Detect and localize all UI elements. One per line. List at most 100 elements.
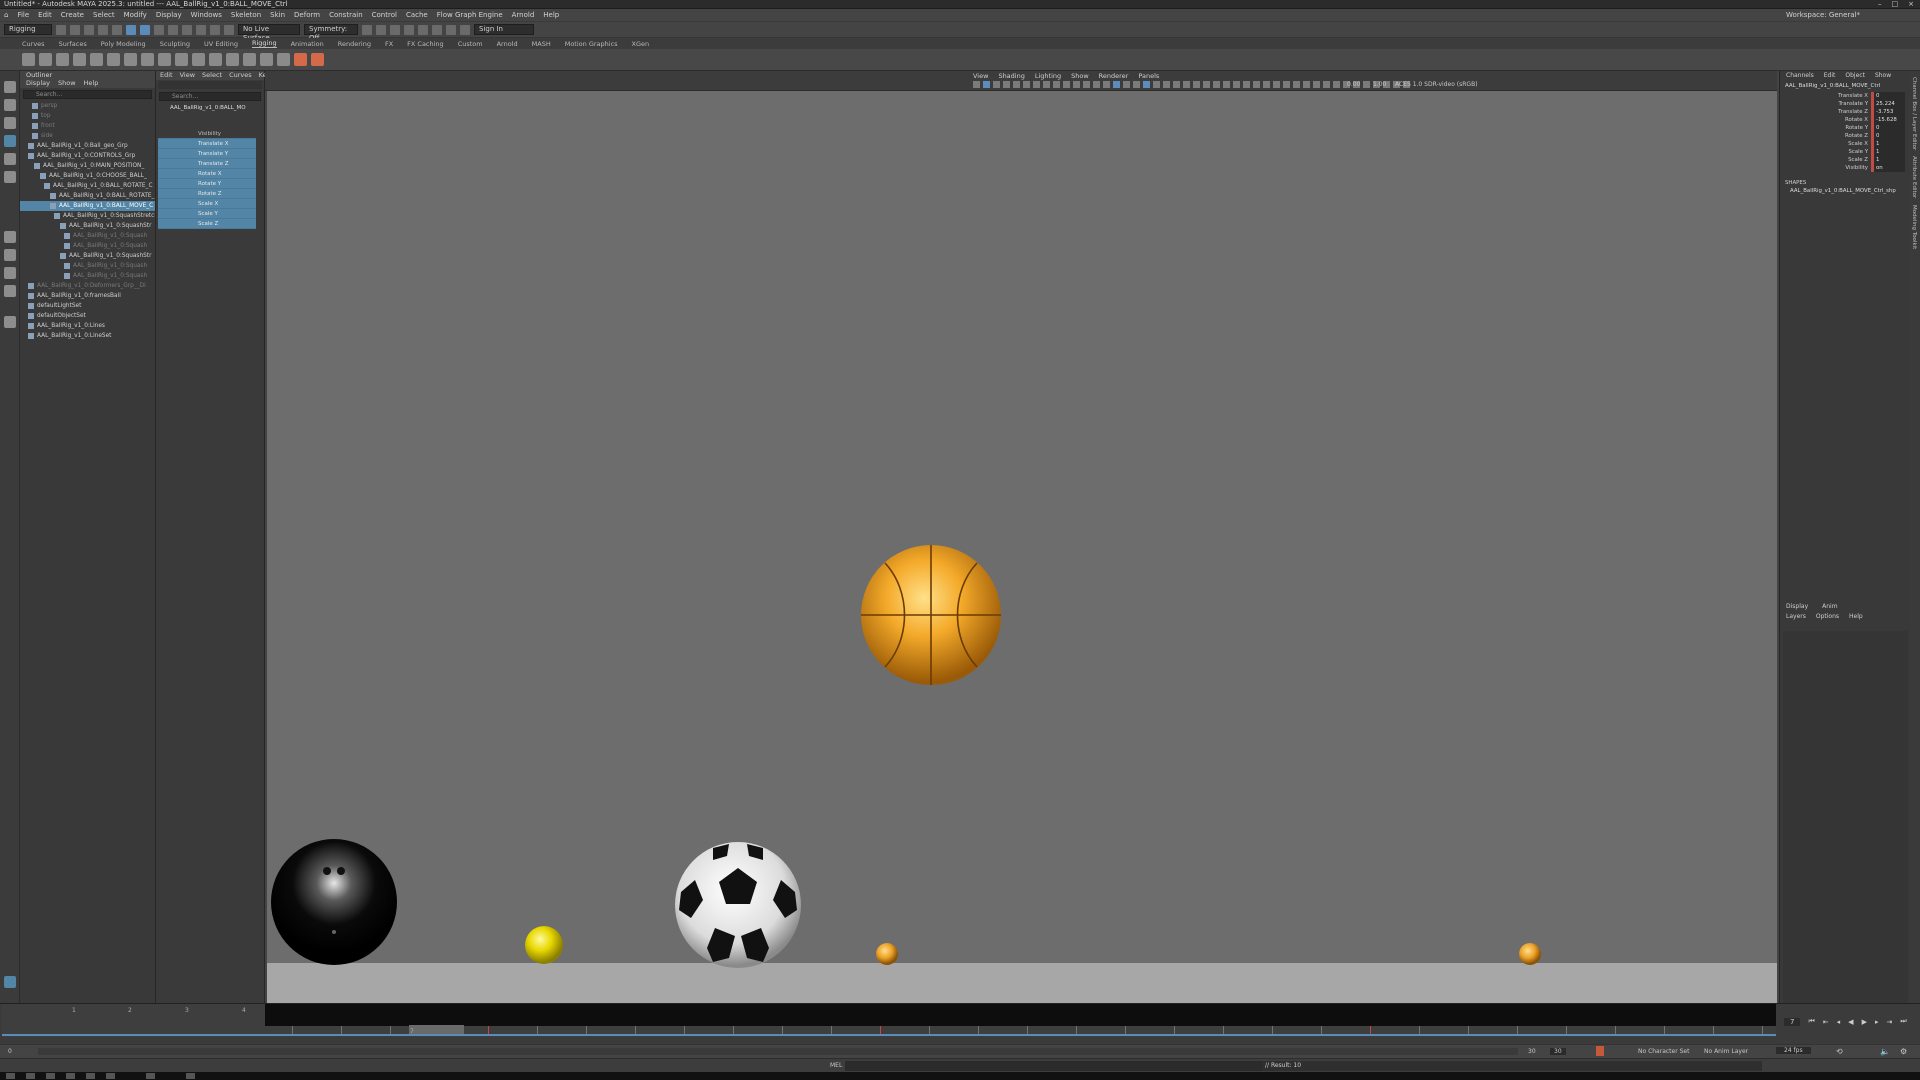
viewport-tool-icon[interactable] bbox=[1053, 81, 1060, 88]
viewport-tool-icon[interactable] bbox=[1253, 81, 1260, 88]
graph-search-input[interactable]: Search... bbox=[159, 92, 261, 101]
mirror-joint-icon[interactable] bbox=[56, 53, 69, 66]
menu-flow-graph-engine[interactable]: Flow Graph Engine bbox=[437, 11, 503, 19]
render-view-icon[interactable] bbox=[362, 24, 372, 35]
viewport-tool-icon[interactable] bbox=[1293, 81, 1300, 88]
viewport-tool-icon[interactable] bbox=[1363, 81, 1370, 88]
taskbar-app-icon[interactable] bbox=[146, 1073, 155, 1079]
current-frame-field[interactable]: 7 bbox=[1784, 1017, 1801, 1026]
channel-value[interactable]: 1 bbox=[1871, 156, 1905, 164]
graph-channel-translate-z[interactable]: Translate Z bbox=[158, 159, 256, 169]
viewport-tool-icon[interactable] bbox=[1183, 81, 1190, 88]
viewport-tool-icon[interactable] bbox=[1153, 81, 1160, 88]
graph-channel-scale-x[interactable]: Scale X bbox=[158, 199, 256, 209]
start-time-field[interactable]: 0 bbox=[8, 1048, 12, 1055]
menu-skeleton[interactable]: Skeleton bbox=[231, 11, 261, 19]
open-scene-icon[interactable] bbox=[70, 24, 80, 35]
ik-handle-icon[interactable] bbox=[90, 53, 103, 66]
graph-channel-scale-z[interactable]: Scale Z bbox=[158, 219, 256, 229]
command-input[interactable] bbox=[845, 1061, 1265, 1071]
viewport-tool-icon[interactable] bbox=[993, 81, 1000, 88]
channel-value[interactable]: -15.628 bbox=[1871, 116, 1905, 124]
redo-icon[interactable] bbox=[112, 24, 122, 35]
ik-spline-icon[interactable] bbox=[107, 53, 120, 66]
workspace-value[interactable]: General* bbox=[1829, 11, 1860, 19]
outliner-item[interactable]: defaultLightSet bbox=[20, 301, 155, 311]
four-view-icon[interactable] bbox=[4, 249, 16, 261]
maya-logo-icon[interactable] bbox=[4, 976, 16, 988]
workspace-selector[interactable]: Workspace: General* bbox=[1786, 11, 1860, 19]
bind-skin-icon[interactable] bbox=[124, 53, 137, 66]
viewport-tool-icon[interactable] bbox=[1063, 81, 1070, 88]
viewport-tool-icon[interactable] bbox=[1303, 81, 1310, 88]
step-back-frame-icon[interactable]: ◂ bbox=[1837, 1018, 1841, 1026]
channel-rotate-y[interactable]: Rotate Y0 bbox=[1780, 124, 1910, 132]
channel-value[interactable]: 0 bbox=[1871, 92, 1905, 100]
shelf-tab-fx[interactable]: FX bbox=[385, 40, 393, 48]
channel-menu-edit[interactable]: Edit bbox=[1824, 71, 1836, 81]
channel-translate-x[interactable]: Translate X0 bbox=[1780, 92, 1910, 100]
viewport-tool-icon[interactable] bbox=[1213, 81, 1220, 88]
menu-arnold[interactable]: Arnold bbox=[512, 11, 535, 19]
channel-menu-show[interactable]: Show bbox=[1875, 71, 1891, 81]
step-forward-key-icon[interactable]: ⇥ bbox=[1886, 1018, 1892, 1026]
minimize-button[interactable]: – bbox=[1878, 0, 1882, 8]
ping-pong-ball-2[interactable] bbox=[1518, 942, 1542, 966]
channel-rotate-z[interactable]: Rotate Z0 bbox=[1780, 132, 1910, 140]
outliner-menu-show[interactable]: Show bbox=[58, 79, 76, 88]
graph-menu-view[interactable]: View bbox=[180, 71, 195, 80]
outliner-item[interactable]: AAL_BallRig_v1_0:BALL_MOVE_C bbox=[20, 201, 155, 211]
lasso-tool-icon[interactable] bbox=[4, 99, 16, 111]
home-icon[interactable]: ⌂ bbox=[4, 11, 8, 19]
go-to-start-icon[interactable]: ⏮ bbox=[1808, 1017, 1814, 1026]
layer-menu-help[interactable]: Help bbox=[1849, 613, 1863, 620]
outliner-item[interactable]: AAL_BallRig_v1_0:Ball_geo_Grp bbox=[20, 141, 155, 151]
viewport-tool-icon[interactable] bbox=[1323, 81, 1330, 88]
step-forward-frame-icon[interactable]: ▸ bbox=[1875, 1018, 1879, 1026]
shelf-tab-xgen[interactable]: XGen bbox=[632, 40, 650, 48]
viewport-tool-icon[interactable] bbox=[1043, 81, 1050, 88]
outliner-item[interactable]: persp bbox=[20, 101, 155, 111]
aim-constraint-icon[interactable] bbox=[260, 53, 273, 66]
outliner-item[interactable]: AAL_BallRig_v1_0:Lines bbox=[20, 321, 155, 331]
time-slider[interactable]: 1 2 3 4 7 7 ⏮ ⇤ ◂ ◀ ▶ ▸ ⇥ ⏭ bbox=[0, 1003, 1920, 1044]
channel-value[interactable]: -3.753 bbox=[1871, 108, 1905, 116]
gamma-field[interactable]: 1.00 bbox=[1373, 81, 1386, 88]
exposure-field[interactable]: 0.00 bbox=[1347, 81, 1360, 88]
select-component-icon[interactable] bbox=[154, 24, 164, 35]
viewport-tool-icon[interactable] bbox=[1193, 81, 1200, 88]
outliner-item[interactable]: AAL_BallRig_v1_0:CHOOSE_BALL_ bbox=[20, 171, 155, 181]
menu-display[interactable]: Display bbox=[156, 11, 182, 19]
channel-value[interactable]: 1 bbox=[1871, 148, 1905, 156]
cmd-language-toggle[interactable]: MEL bbox=[830, 1062, 842, 1069]
menu-file[interactable]: File bbox=[17, 11, 29, 19]
outliner-item[interactable]: top bbox=[20, 111, 155, 121]
viewport-tool-icon[interactable] bbox=[1273, 81, 1280, 88]
layer-tab-anim[interactable]: Anim bbox=[1822, 603, 1837, 610]
viewport-menu-show[interactable]: Show bbox=[1071, 72, 1089, 80]
arnold-render-icon[interactable] bbox=[432, 24, 442, 35]
shelf-tab-curves[interactable]: Curves bbox=[22, 40, 45, 48]
shelf-tab-sculpting[interactable]: Sculpting bbox=[160, 40, 190, 48]
layer-menu-options[interactable]: Options bbox=[1816, 613, 1839, 620]
channel-rotate-x[interactable]: Rotate X -15.628 bbox=[1780, 116, 1910, 124]
scale-tool-icon[interactable] bbox=[4, 171, 16, 183]
viewport-menu-view[interactable]: View bbox=[973, 72, 988, 80]
viewport-tool-icon[interactable] bbox=[1123, 81, 1130, 88]
menuset-dropdown[interactable]: Rigging bbox=[4, 24, 52, 35]
viewport-menu-renderer[interactable]: Renderer bbox=[1099, 72, 1129, 80]
shelf-tab-uv-editing[interactable]: UV Editing bbox=[204, 40, 238, 48]
outliner-menu-help[interactable]: Help bbox=[84, 79, 99, 88]
shelf-tab-rigging[interactable]: Rigging bbox=[251, 39, 277, 48]
play-forwards-icon[interactable]: ▶ bbox=[1862, 1018, 1867, 1026]
outliner-item[interactable]: AAL_BallRig_v1_0:Squash bbox=[20, 261, 155, 271]
channel-visibility[interactable]: Visibility on bbox=[1780, 164, 1910, 172]
select-object-icon[interactable] bbox=[140, 24, 150, 35]
single-view-icon[interactable] bbox=[4, 231, 16, 243]
shelf-tab-rendering[interactable]: Rendering bbox=[338, 40, 371, 48]
graph-menu-edit[interactable]: Edit bbox=[160, 71, 173, 80]
sign-in-button[interactable]: Sign In bbox=[474, 24, 534, 35]
viewport-menu-shading[interactable]: Shading bbox=[998, 72, 1024, 80]
play-backwards-icon[interactable]: ◀ bbox=[1848, 1018, 1853, 1026]
viewport-tool-icon[interactable] bbox=[1223, 81, 1230, 88]
